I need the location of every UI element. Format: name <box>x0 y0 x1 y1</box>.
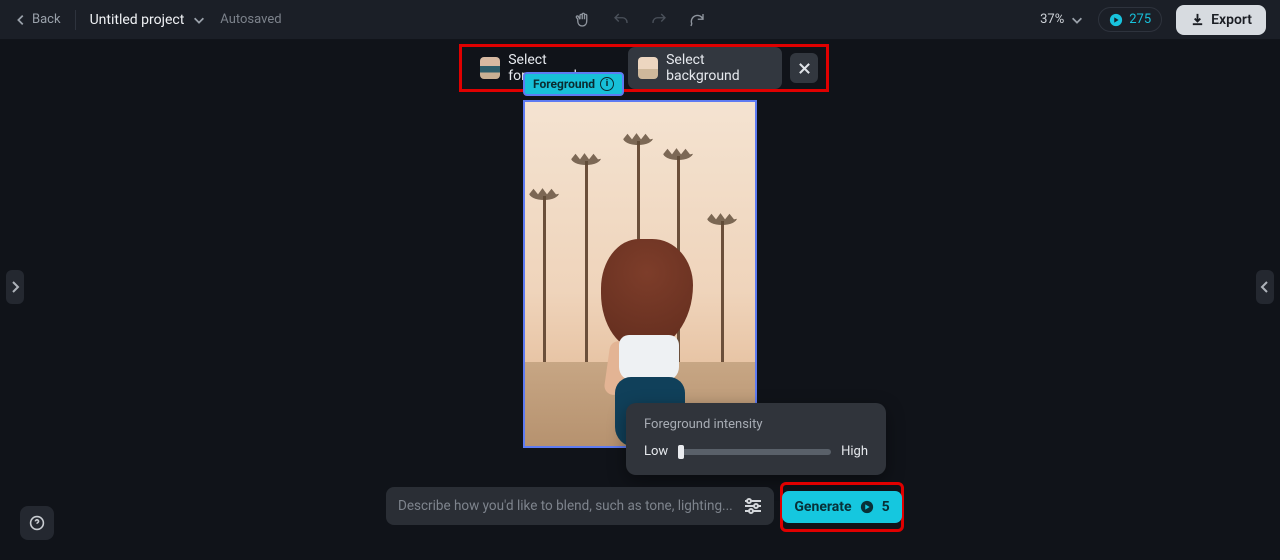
credits-pill[interactable]: 275 <box>1098 7 1162 32</box>
chevron-left-icon <box>14 13 28 27</box>
prompt-input[interactable] <box>398 498 736 514</box>
prompt-bar <box>386 487 774 525</box>
info-icon[interactable]: i <box>600 77 614 91</box>
export-label: Export <box>1211 12 1252 28</box>
chevron-down-icon <box>1070 13 1084 27</box>
back-label: Back <box>32 12 61 27</box>
intensity-low-label: Low <box>644 444 668 459</box>
select-background-label: Select background <box>666 52 772 84</box>
project-title-dropdown[interactable]: Untitled project <box>90 12 207 28</box>
right-panel-toggle[interactable] <box>1256 270 1274 304</box>
generate-highlight: Generate 5 <box>780 482 904 532</box>
sliders-icon <box>744 498 762 514</box>
intensity-title: Foreground intensity <box>644 417 868 432</box>
layer-selector-group: Select foreground Select background <box>459 44 829 92</box>
canvas-tools <box>573 10 707 30</box>
reset-button[interactable] <box>687 10 707 30</box>
credits-value: 275 <box>1129 12 1151 27</box>
divider <box>75 10 76 30</box>
zoom-dropdown[interactable]: 37% <box>1040 12 1084 27</box>
slider-thumb[interactable] <box>678 445 684 459</box>
chevron-down-icon <box>192 13 206 27</box>
chevron-left-icon <box>1260 280 1270 294</box>
generate-label: Generate <box>794 499 851 515</box>
close-icon <box>798 62 811 75</box>
foreground-thumb-icon <box>480 57 500 79</box>
help-button[interactable] <box>20 506 54 540</box>
foreground-badge-label: Foreground <box>533 77 595 91</box>
top-bar: Back Untitled project Autosaved 37% 275 <box>0 0 1280 40</box>
canvas[interactable]: Foreground i <box>523 100 757 448</box>
autosave-status: Autosaved <box>220 12 281 27</box>
chevron-right-icon <box>10 280 20 294</box>
settings-sliders-button[interactable] <box>744 498 762 514</box>
generate-cost: 5 <box>882 499 890 515</box>
back-button[interactable]: Back <box>14 12 61 27</box>
redo-button[interactable] <box>649 10 669 30</box>
intensity-high-label: High <box>841 444 868 459</box>
foreground-badge: Foreground i <box>523 72 624 96</box>
select-background-button[interactable]: Select background <box>628 47 782 89</box>
project-title: Untitled project <box>90 12 185 28</box>
foreground-intensity-popover: Foreground intensity Low High <box>626 403 886 475</box>
background-thumb-icon <box>638 57 658 79</box>
zoom-value: 37% <box>1040 12 1064 27</box>
foreground-image[interactable] <box>523 100 757 448</box>
undo-button[interactable] <box>611 10 631 30</box>
credit-coin-icon <box>1109 13 1123 27</box>
intensity-slider[interactable] <box>678 449 831 455</box>
help-icon <box>29 515 45 531</box>
close-selector-button[interactable] <box>790 53 818 83</box>
export-button[interactable]: Export <box>1176 5 1266 35</box>
credit-coin-icon <box>860 500 874 514</box>
download-icon <box>1190 12 1205 27</box>
left-panel-toggle[interactable] <box>6 270 24 304</box>
generate-button[interactable]: Generate 5 <box>782 491 901 523</box>
pan-tool[interactable] <box>573 10 593 30</box>
